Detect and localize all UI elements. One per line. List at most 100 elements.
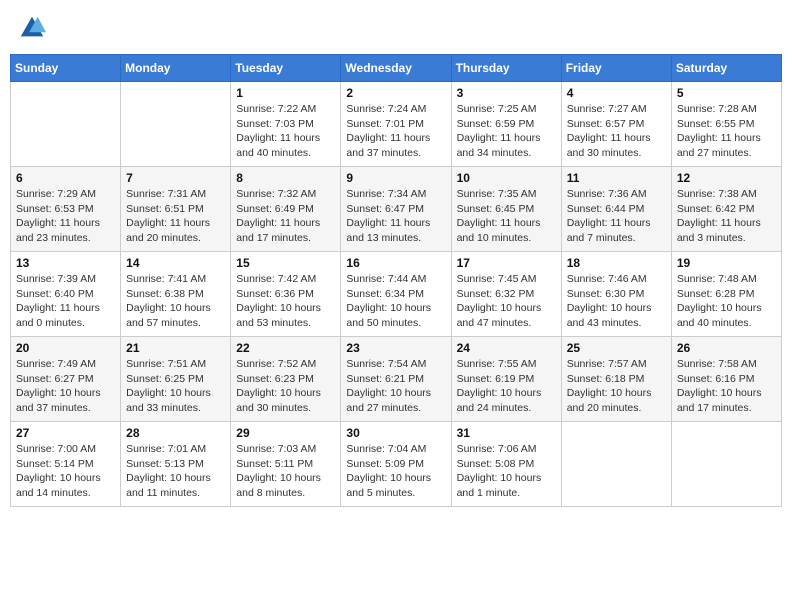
cell-info-text: Sunrise: 7:38 AM Sunset: 6:42 PM Dayligh… — [677, 187, 776, 246]
cell-info-text: Sunrise: 7:28 AM Sunset: 6:55 PM Dayligh… — [677, 102, 776, 161]
cell-day-number: 11 — [567, 171, 666, 185]
calendar-cell — [671, 422, 781, 507]
logo — [18, 14, 50, 42]
weekday-header-row: SundayMondayTuesdayWednesdayThursdayFrid… — [11, 55, 782, 82]
weekday-header-thursday: Thursday — [451, 55, 561, 82]
cell-day-number: 21 — [126, 341, 225, 355]
weekday-header-friday: Friday — [561, 55, 671, 82]
cell-info-text: Sunrise: 7:41 AM Sunset: 6:38 PM Dayligh… — [126, 272, 225, 331]
calendar-cell: 31 Sunrise: 7:06 AM Sunset: 5:08 PM Dayli… — [451, 422, 561, 507]
weekday-header-saturday: Saturday — [671, 55, 781, 82]
calendar-cell: 24Sunrise: 7:55 AM Sunset: 6:19 PM Dayli… — [451, 337, 561, 422]
cell-info-text: Sunrise: 7:35 AM Sunset: 6:45 PM Dayligh… — [457, 187, 556, 246]
calendar-cell: 28 Sunrise: 7:01 AM Sunset: 5:13 PM Dayli… — [121, 422, 231, 507]
cell-day-number: 13 — [16, 256, 115, 270]
cell-info-text: Sunrise: 7:04 AM Sunset: 5:09 PM Dayligh… — [346, 442, 445, 501]
calendar-cell: 22 Sunrise: 7:52 AM Sunset: 6:23 PM Dayli… — [231, 337, 341, 422]
calendar-cell: 29 Sunrise: 7:03 AM Sunset: 5:11 PM Dayli… — [231, 422, 341, 507]
calendar-cell: 18Sunrise: 7:46 AM Sunset: 6:30 PM Dayli… — [561, 252, 671, 337]
cell-info-text: Sunrise: 7:25 AM Sunset: 6:59 PM Dayligh… — [457, 102, 556, 161]
weekday-header-tuesday: Tuesday — [231, 55, 341, 82]
cell-day-number: 28 — [126, 426, 225, 440]
cell-info-text: Sunrise: 7:45 AM Sunset: 6:32 PM Dayligh… — [457, 272, 556, 331]
calendar-cell: 9Sunrise: 7:34 AM Sunset: 6:47 PM Daylig… — [341, 167, 451, 252]
cell-day-number: 19 — [677, 256, 776, 270]
calendar-cell: 23 Sunrise: 7:54 AM Sunset: 6:21 PM Dayli… — [341, 337, 451, 422]
calendar-cell: 30 Sunrise: 7:04 AM Sunset: 5:09 PM Dayli… — [341, 422, 451, 507]
cell-info-text: Sunrise: 7:27 AM Sunset: 6:57 PM Dayligh… — [567, 102, 666, 161]
cell-info-text: Sunrise: 7:32 AM Sunset: 6:49 PM Dayligh… — [236, 187, 335, 246]
cell-day-number: 6 — [16, 171, 115, 185]
week-row-5: 27 Sunrise: 7:00 AM Sunset: 5:14 PM Dayli… — [11, 422, 782, 507]
cell-day-number: 31 — [457, 426, 556, 440]
calendar-cell: 6 Sunrise: 7:29 AM Sunset: 6:53 PM Daylig… — [11, 167, 121, 252]
cell-info-text: Sunrise: 7:57 AM Sunset: 6:18 PM Dayligh… — [567, 357, 666, 416]
cell-info-text: Sunrise: 7:22 AM Sunset: 7:03 PM Dayligh… — [236, 102, 335, 161]
calendar-cell: 5Sunrise: 7:28 AM Sunset: 6:55 PM Daylig… — [671, 82, 781, 167]
cell-info-text: Sunrise: 7:39 AM Sunset: 6:40 PM Dayligh… — [16, 272, 115, 331]
calendar-cell — [561, 422, 671, 507]
calendar-cell: 13 Sunrise: 7:39 AM Sunset: 6:40 PM Dayli… — [11, 252, 121, 337]
calendar-cell: 10 Sunrise: 7:35 AM Sunset: 6:45 PM Dayli… — [451, 167, 561, 252]
cell-day-number: 12 — [677, 171, 776, 185]
cell-info-text: Sunrise: 7:31 AM Sunset: 6:51 PM Dayligh… — [126, 187, 225, 246]
weekday-header-monday: Monday — [121, 55, 231, 82]
calendar-cell: 7 Sunrise: 7:31 AM Sunset: 6:51 PM Daylig… — [121, 167, 231, 252]
week-row-2: 6 Sunrise: 7:29 AM Sunset: 6:53 PM Daylig… — [11, 167, 782, 252]
calendar-cell: 27 Sunrise: 7:00 AM Sunset: 5:14 PM Dayli… — [11, 422, 121, 507]
cell-info-text: Sunrise: 7:51 AM Sunset: 6:25 PM Dayligh… — [126, 357, 225, 416]
calendar-cell: 15Sunrise: 7:42 AM Sunset: 6:36 PM Dayli… — [231, 252, 341, 337]
cell-day-number: 25 — [567, 341, 666, 355]
cell-day-number: 10 — [457, 171, 556, 185]
cell-info-text: Sunrise: 7:48 AM Sunset: 6:28 PM Dayligh… — [677, 272, 776, 331]
cell-info-text: Sunrise: 7:54 AM Sunset: 6:21 PM Dayligh… — [346, 357, 445, 416]
cell-day-number: 23 — [346, 341, 445, 355]
week-row-1: 1 Sunrise: 7:22 AM Sunset: 7:03 PM Daylig… — [11, 82, 782, 167]
cell-day-number: 29 — [236, 426, 335, 440]
calendar-cell: 19 Sunrise: 7:48 AM Sunset: 6:28 PM Dayli… — [671, 252, 781, 337]
calendar-cell — [121, 82, 231, 167]
cell-day-number: 7 — [126, 171, 225, 185]
calendar-cell: 1 Sunrise: 7:22 AM Sunset: 7:03 PM Daylig… — [231, 82, 341, 167]
calendar-cell: 8Sunrise: 7:32 AM Sunset: 6:49 PM Daylig… — [231, 167, 341, 252]
page-header — [10, 10, 782, 46]
calendar-cell: 2Sunrise: 7:24 AM Sunset: 7:01 PM Daylig… — [341, 82, 451, 167]
cell-info-text: Sunrise: 7:36 AM Sunset: 6:44 PM Dayligh… — [567, 187, 666, 246]
week-row-4: 20 Sunrise: 7:49 AM Sunset: 6:27 PM Dayli… — [11, 337, 782, 422]
cell-day-number: 20 — [16, 341, 115, 355]
calendar-cell: 12 Sunrise: 7:38 AM Sunset: 6:42 PM Dayli… — [671, 167, 781, 252]
cell-info-text: Sunrise: 7:00 AM Sunset: 5:14 PM Dayligh… — [16, 442, 115, 501]
calendar-table: SundayMondayTuesdayWednesdayThursdayFrid… — [10, 54, 782, 507]
cell-day-number: 26 — [677, 341, 776, 355]
calendar-cell: 3 Sunrise: 7:25 AM Sunset: 6:59 PM Daylig… — [451, 82, 561, 167]
cell-day-number: 30 — [346, 426, 445, 440]
cell-info-text: Sunrise: 7:03 AM Sunset: 5:11 PM Dayligh… — [236, 442, 335, 501]
cell-day-number: 17 — [457, 256, 556, 270]
cell-info-text: Sunrise: 7:49 AM Sunset: 6:27 PM Dayligh… — [16, 357, 115, 416]
cell-day-number: 9 — [346, 171, 445, 185]
cell-day-number: 2 — [346, 86, 445, 100]
cell-day-number: 15 — [236, 256, 335, 270]
cell-day-number: 14 — [126, 256, 225, 270]
calendar-cell: 14 Sunrise: 7:41 AM Sunset: 6:38 PM Dayli… — [121, 252, 231, 337]
cell-day-number: 27 — [16, 426, 115, 440]
cell-info-text: Sunrise: 7:58 AM Sunset: 6:16 PM Dayligh… — [677, 357, 776, 416]
cell-day-number: 1 — [236, 86, 335, 100]
cell-day-number: 4 — [567, 86, 666, 100]
cell-info-text: Sunrise: 7:46 AM Sunset: 6:30 PM Dayligh… — [567, 272, 666, 331]
cell-day-number: 22 — [236, 341, 335, 355]
calendar-cell: 26 Sunrise: 7:58 AM Sunset: 6:16 PM Dayli… — [671, 337, 781, 422]
cell-info-text: Sunrise: 7:44 AM Sunset: 6:34 PM Dayligh… — [346, 272, 445, 331]
cell-info-text: Sunrise: 7:06 AM Sunset: 5:08 PM Dayligh… — [457, 442, 556, 501]
cell-info-text: Sunrise: 7:29 AM Sunset: 6:53 PM Dayligh… — [16, 187, 115, 246]
cell-day-number: 3 — [457, 86, 556, 100]
cell-day-number: 24 — [457, 341, 556, 355]
cell-info-text: Sunrise: 7:52 AM Sunset: 6:23 PM Dayligh… — [236, 357, 335, 416]
calendar-cell: 11 Sunrise: 7:36 AM Sunset: 6:44 PM Dayli… — [561, 167, 671, 252]
calendar-cell: 20 Sunrise: 7:49 AM Sunset: 6:27 PM Dayli… — [11, 337, 121, 422]
cell-info-text: Sunrise: 7:01 AM Sunset: 5:13 PM Dayligh… — [126, 442, 225, 501]
calendar-cell — [11, 82, 121, 167]
week-row-3: 13 Sunrise: 7:39 AM Sunset: 6:40 PM Dayli… — [11, 252, 782, 337]
weekday-header-wednesday: Wednesday — [341, 55, 451, 82]
logo-icon — [18, 14, 46, 42]
